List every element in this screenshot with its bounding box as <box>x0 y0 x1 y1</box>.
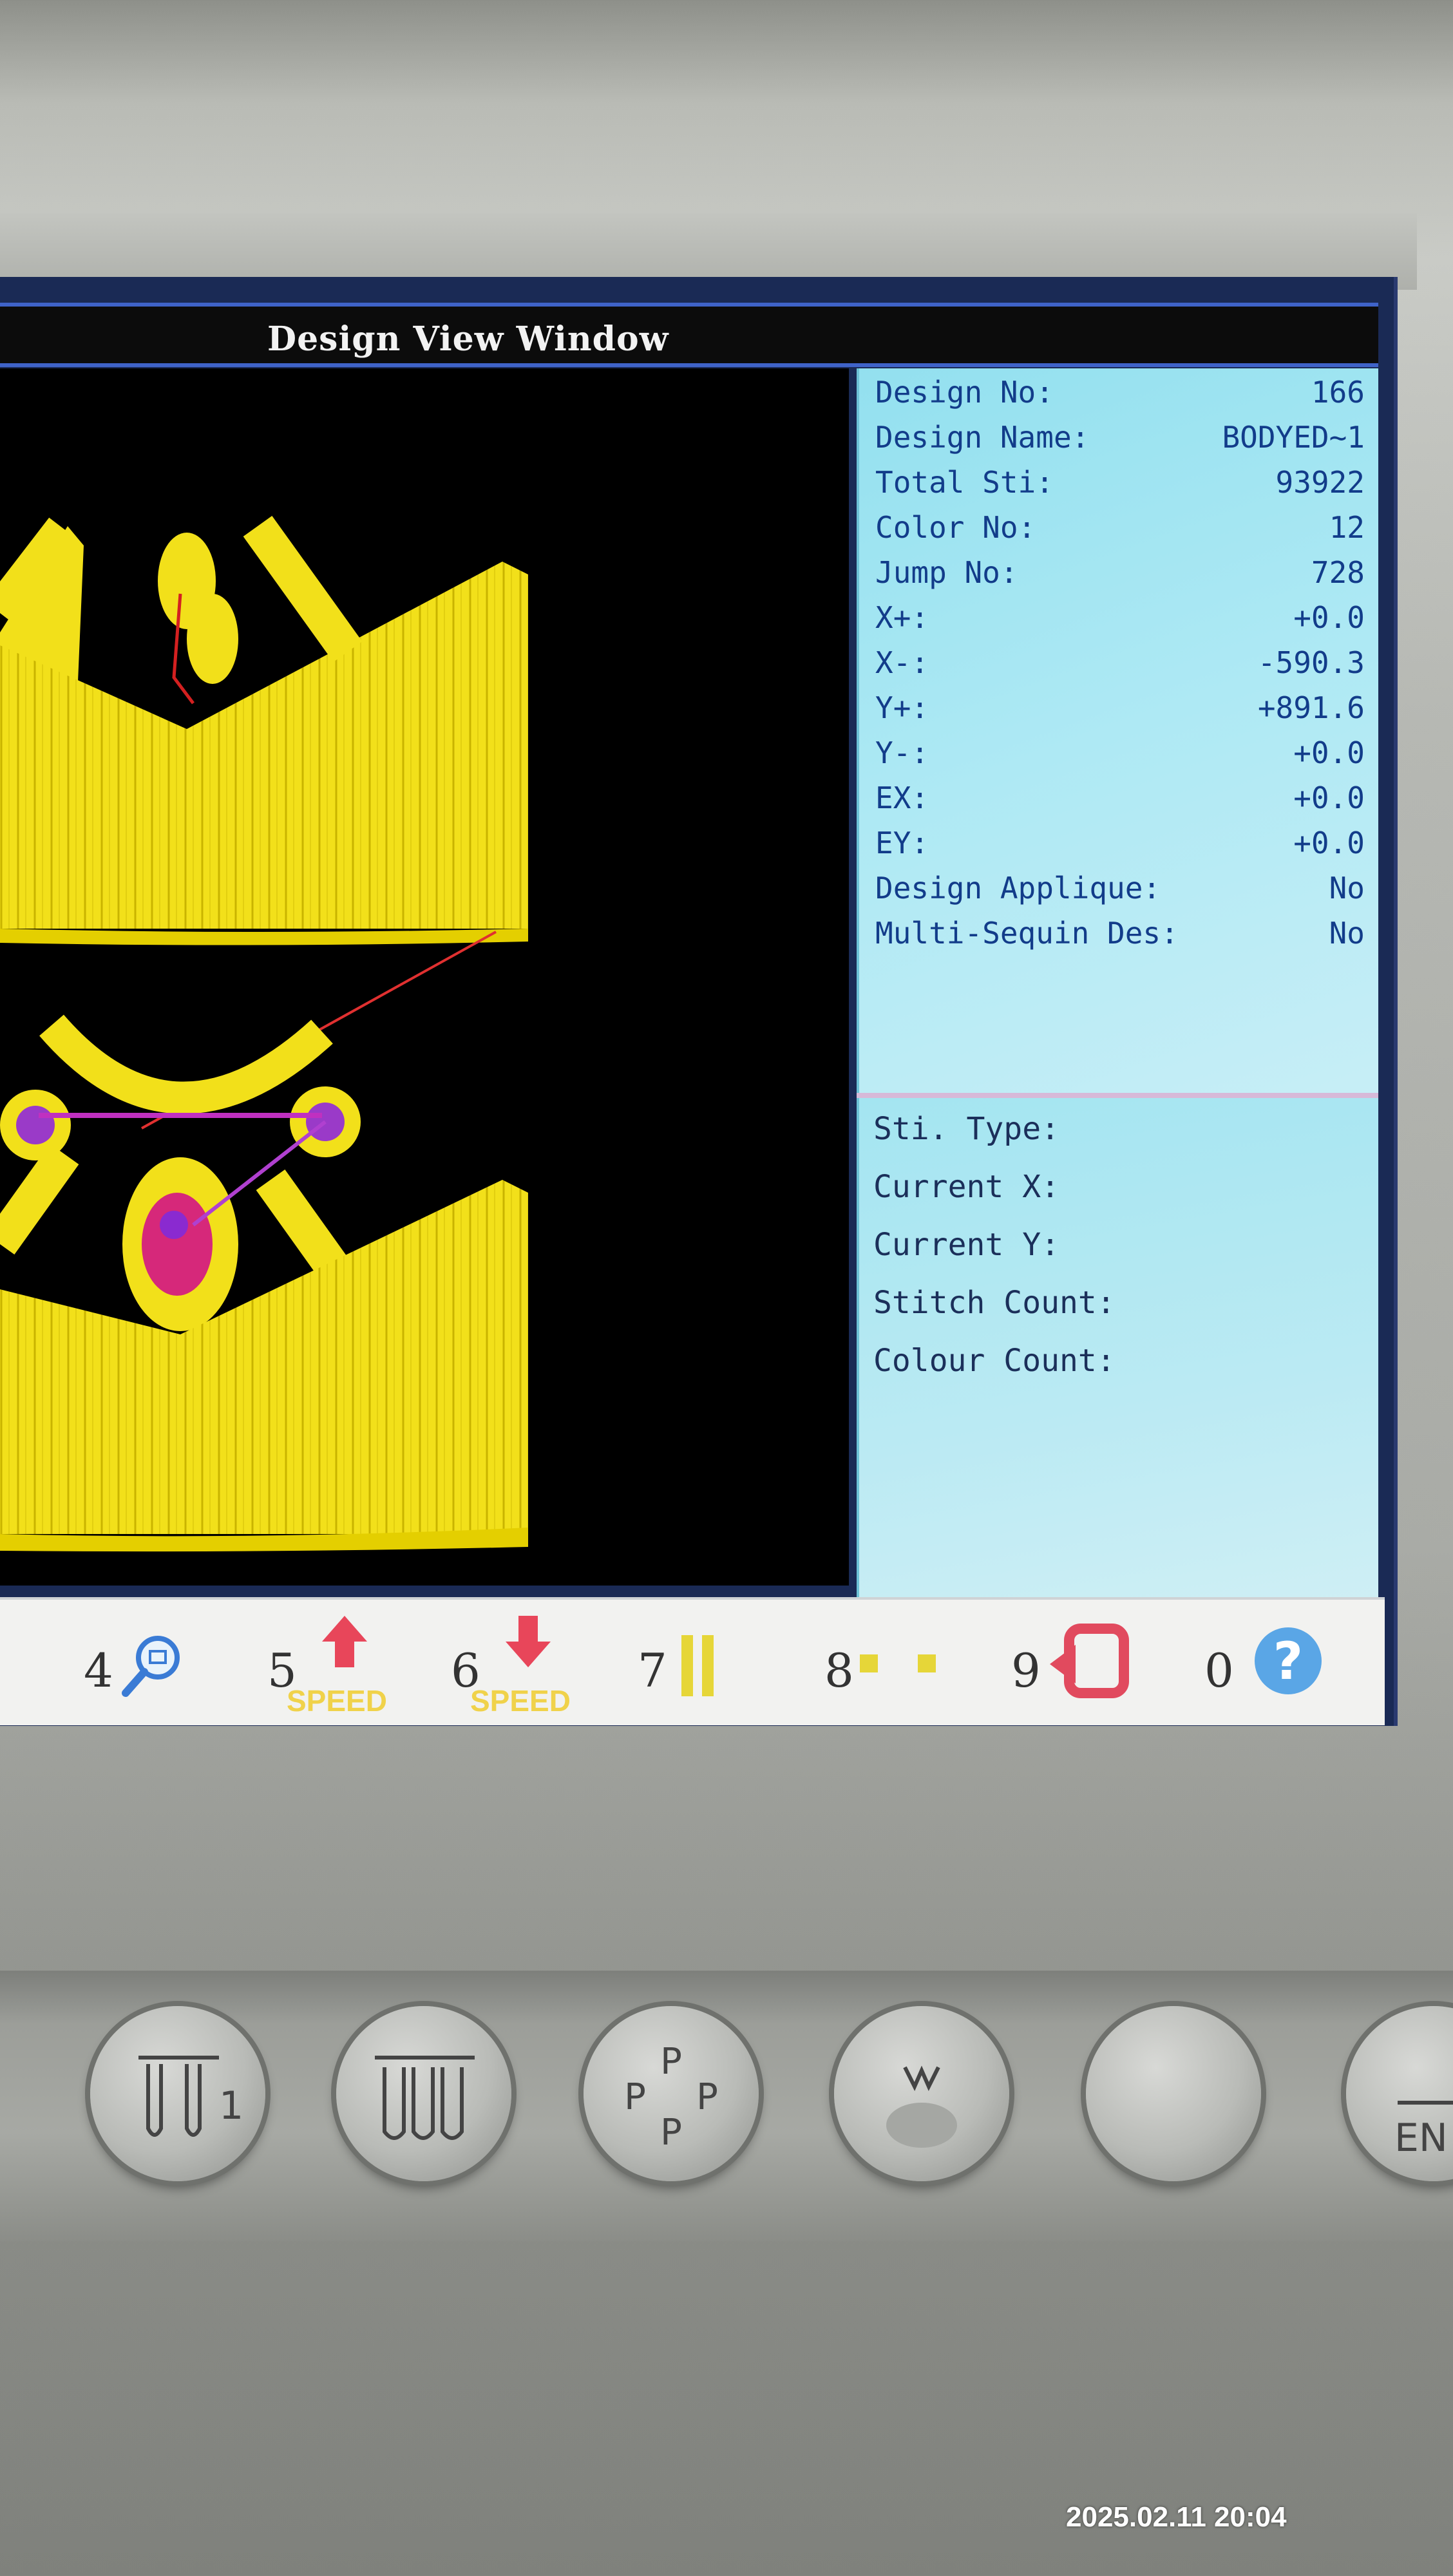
cycle-p-button[interactable]: P P P P <box>584 2006 759 2181</box>
info-label: Design Applique: <box>875 871 1161 905</box>
status-current-y: Current Y: <box>873 1227 1059 1263</box>
fkey-8-frame-trace[interactable]: 8 <box>824 1613 953 1709</box>
info-value: 166 <box>1311 375 1365 410</box>
enter-button[interactable]: EN <box>1346 2006 1453 2181</box>
info-row-total-stitches: Total Sti: 93922 <box>875 465 1365 504</box>
info-value: +0.0 <box>1293 826 1365 860</box>
info-row-x-plus: X+: +0.0 <box>875 600 1365 639</box>
svg-text:P: P <box>696 2076 718 2118</box>
fkey-number: 4 <box>84 1643 113 1698</box>
svg-text:P: P <box>660 2041 682 2083</box>
frame-trace-icon <box>860 1654 936 1672</box>
speed-down-icon <box>506 1616 551 1667</box>
fkey-9-return[interactable]: 9 <box>1011 1613 1153 1709</box>
status-stitch-count: Stitch Count: <box>873 1285 1116 1321</box>
info-value: 728 <box>1311 555 1365 590</box>
info-label: Total Sti: <box>875 465 1054 500</box>
info-row-y-minus: Y-: +0.0 <box>875 735 1365 774</box>
window-title: Design View Window <box>267 319 669 359</box>
return-icon <box>1050 1624 1129 1698</box>
info-label: Design Name: <box>875 420 1090 455</box>
info-value: +0.0 <box>1293 781 1365 815</box>
design-preview <box>0 368 849 1586</box>
info-value: +0.0 <box>1293 735 1365 770</box>
info-label: EX: <box>875 781 929 815</box>
status-colour-count: Colour Count: <box>873 1343 1116 1379</box>
needle-three-icon <box>375 2056 475 2140</box>
speed-up-icon <box>322 1616 367 1667</box>
status-current-x: Current X: <box>873 1169 1059 1205</box>
info-label: EY: <box>875 826 929 860</box>
blank-button[interactable] <box>1086 2006 1261 2181</box>
info-label: Y+: <box>875 690 929 725</box>
info-label: X+: <box>875 600 929 635</box>
fkey-number: 9 <box>1011 1643 1041 1698</box>
fkey-number: 8 <box>824 1643 854 1698</box>
photo-timestamp: 2025.02.11 20:04 <box>1066 2501 1287 2533</box>
info-row-color-no: Color No: 12 <box>875 510 1365 549</box>
stitch-status-panel: Sti. Type: Current X: Current Y: Stitch … <box>857 1098 1378 1607</box>
design-preview-canvas <box>0 515 528 1552</box>
info-row-x-minus: X-: -590.3 <box>875 645 1365 684</box>
help-icon: ? <box>1255 1627 1322 1694</box>
fkey-0-help[interactable]: 0 ? <box>1204 1613 1333 1709</box>
needle-three-button[interactable] <box>336 2006 511 2181</box>
menu-m-icon <box>886 2065 957 2148</box>
info-row-design-applique: Design Applique: No <box>875 871 1365 909</box>
fkey-7-pause[interactable]: 7 <box>638 1613 741 1709</box>
needle-left-button[interactable]: 1 <box>90 2006 265 2181</box>
info-value: No <box>1329 916 1365 951</box>
fkey-5-speed-up[interactable]: 5 SPEED <box>267 1613 415 1718</box>
svg-text:1: 1 <box>219 2083 243 2128</box>
pause-icon <box>681 1635 714 1696</box>
info-row-y-plus: Y+: +891.6 <box>875 690 1365 729</box>
status-sti-type: Sti. Type: <box>873 1111 1059 1147</box>
info-label: Y-: <box>875 735 929 770</box>
info-label: Multi-Sequin Des: <box>875 916 1179 951</box>
title-bar: Design View Window <box>0 303 1378 367</box>
info-row-design-no: Design No: 166 <box>875 375 1365 413</box>
svg-text:P: P <box>624 2076 646 2118</box>
svg-text:P: P <box>660 2112 682 2154</box>
info-row-design-name: Design Name: BODYED~1 <box>875 420 1365 459</box>
info-label: X-: <box>875 645 929 680</box>
info-label: Design No: <box>875 375 1054 410</box>
info-value: +891.6 <box>1257 690 1365 725</box>
info-label: Jump No: <box>875 555 1018 590</box>
design-info-panel: Design No: 166 Design Name: BODYED~1 Tot… <box>857 368 1378 1093</box>
info-row-ey: EY: +0.0 <box>875 826 1365 864</box>
info-row-multi-sequin: Multi-Sequin Des: No <box>875 916 1365 954</box>
svg-text:?: ? <box>1273 1631 1303 1691</box>
blank-icon <box>1086 2006 1261 2181</box>
menu-m-button[interactable] <box>834 2006 1009 2181</box>
info-value: 12 <box>1329 510 1365 545</box>
enter-icon: EN <box>1394 2101 1453 2161</box>
info-value: BODYED~1 <box>1222 420 1365 455</box>
info-value: +0.0 <box>1293 600 1365 635</box>
fkey-4-zoom[interactable]: 4 <box>84 1613 200 1709</box>
speed-caption: SPEED <box>287 1684 387 1718</box>
fkey-number: 0 <box>1204 1643 1234 1698</box>
info-label: Color No: <box>875 510 1036 545</box>
info-row-jump-no: Jump No: 728 <box>875 555 1365 594</box>
function-key-toolbar: 4 5 SPEED 6 SPEED 7 8 9 0 ? <box>0 1597 1385 1725</box>
info-row-ex: EX: +0.0 <box>875 781 1365 819</box>
zoom-icon <box>122 1636 180 1697</box>
info-value: -590.3 <box>1257 645 1365 680</box>
panel-divider <box>857 1093 1378 1098</box>
cycle-p-icon: P P P P <box>624 2041 718 2154</box>
fkey-6-speed-down[interactable]: 6 SPEED <box>451 1613 599 1718</box>
enter-label: EN <box>1394 2116 1448 2161</box>
speed-caption: SPEED <box>470 1684 571 1718</box>
needle-left-icon: 1 <box>138 2056 243 2137</box>
info-value: 93922 <box>1275 465 1365 500</box>
fkey-number: 7 <box>638 1643 667 1698</box>
info-value: No <box>1329 871 1365 905</box>
